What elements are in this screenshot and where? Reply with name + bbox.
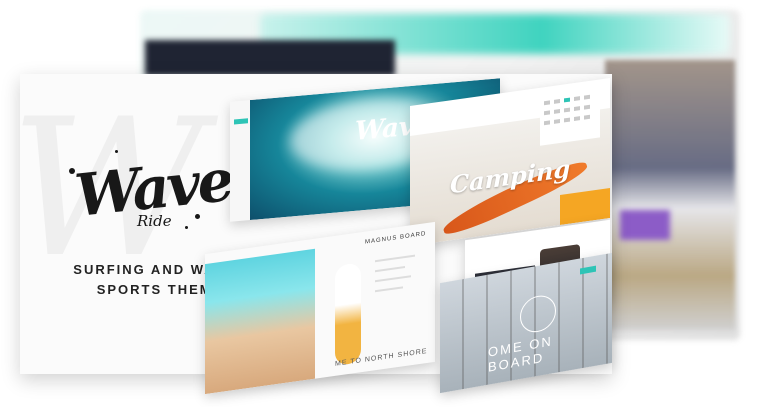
surfboard-image	[335, 262, 361, 366]
ink-splat	[185, 226, 188, 229]
background-screenshot	[605, 60, 735, 330]
ink-splat	[69, 168, 75, 174]
board-heading: MAGNUS BOARD	[365, 231, 427, 246]
background-purple-accent	[620, 210, 670, 240]
wave-ride-logo: Wave Ride	[69, 146, 234, 244]
background-dark-strip	[145, 40, 395, 76]
ink-splat	[195, 214, 200, 219]
preview-button	[234, 118, 248, 125]
calendar-widget	[540, 87, 600, 146]
ink-splat	[115, 150, 118, 153]
surfer-photo	[205, 248, 315, 395]
logo-subtitle: Ride	[137, 212, 172, 230]
preview-camping: Camping	[410, 77, 610, 247]
